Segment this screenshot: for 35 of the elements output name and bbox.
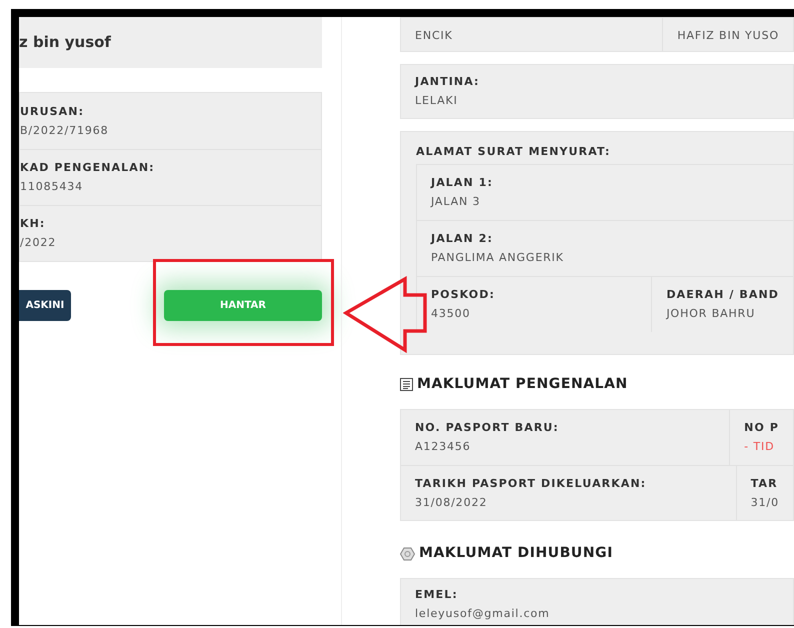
field-label: EMEL: [415,588,459,602]
section-heading: MAKLUMAT PENGENALAN [417,375,628,394]
field-value: 31/08/2022 [415,496,488,510]
field-value: JALAN 3 [431,195,482,209]
field-label: ALAMAT SURAT MENYURAT: [416,145,612,159]
document-icon [400,378,413,391]
field-value: 43500 [431,307,472,321]
field-label: JALAN 1: [431,176,494,190]
secondary-button[interactable]: ASKINI [19,290,71,321]
field-label: TARIKH PASPORT DIKELUARKAN: [415,476,646,490]
field-label: URUSAN: [20,104,86,118]
field-value: JOHOR BAHRU [666,307,756,321]
field-value: /2022 [20,236,56,250]
hexagon-icon [400,546,415,560]
field-value: PANGLIMA ANGGERIK [431,251,564,265]
field-label: JALAN 2: [431,232,494,246]
field-value: HAFIZ BIN YUSO [677,29,779,43]
field-value: B/2022/71968 [20,124,109,138]
field-value: ENCIK [415,29,453,43]
field-label: JANTINA: [415,75,480,89]
field-label: POSKOD: [431,288,495,302]
profile-name: z bin yusof [19,32,111,54]
field-value: leleyusof@gmail.com [415,607,551,621]
field-label: NO P [744,421,779,435]
field-label: DAERAH / BAND [666,288,779,302]
field-value: A123456 [415,440,472,454]
field-value: - TID [744,440,776,454]
field-value: LELAKI [415,94,459,108]
field-value: 11085434 [20,180,84,194]
field-label: KAD PENGENALAN: [20,161,155,175]
field-value: 31/0 [750,496,779,510]
field-label: KH: [20,217,46,231]
field-label: TAR [750,476,779,490]
field-label: NO. PASPORT BARU: [415,421,559,435]
section-heading: MAKLUMAT DIHUBUNGI [419,544,613,563]
